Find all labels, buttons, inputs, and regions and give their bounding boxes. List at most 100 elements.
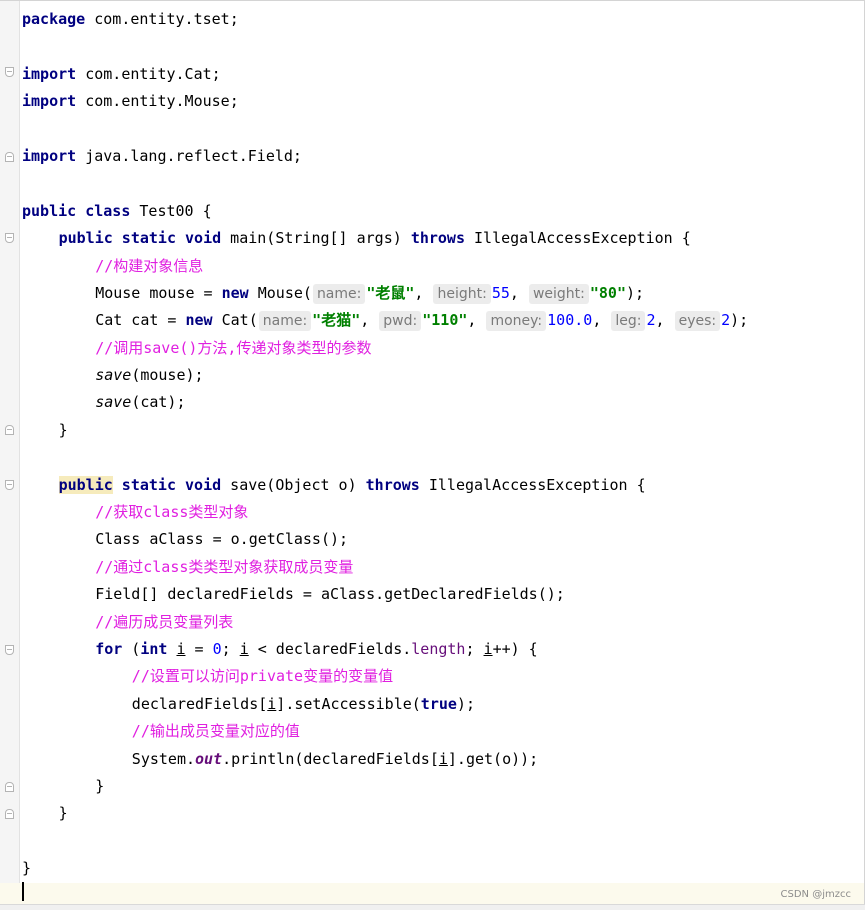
text-caret (22, 882, 24, 901)
code-line: import com.entity.Mouse; (22, 88, 864, 115)
parameter-hint: leg: (611, 311, 646, 332)
code-line: //获取class类型对象 (22, 499, 864, 526)
keyword: import (22, 146, 77, 165)
code-line: save(mouse); (22, 362, 864, 389)
code-text: ); (456, 694, 475, 713)
number-literal: 2 (721, 311, 731, 330)
code-comment: //通过class类类型对象获取成员变量 (95, 557, 354, 576)
fold-marker-icon[interactable] (5, 152, 14, 162)
code-text: Mouse mouse = (95, 283, 222, 302)
code-text: .println(declaredFields[ (222, 749, 439, 768)
code-text: IllegalAccessException { (419, 475, 646, 494)
code-line: //遍历成员变量列表 (22, 609, 864, 636)
code-text: ; (465, 639, 484, 658)
code-text: Class aClass = o.getClass(); (95, 530, 349, 549)
code-editor[interactable]: package com.entity.tset; import com.enti… (0, 0, 865, 910)
code-text: Cat( (212, 311, 258, 330)
code-line: //输出成员变量对应的值 (22, 718, 864, 745)
number-literal: 55 (491, 283, 510, 302)
loop-variable: i (483, 639, 493, 658)
keyword: throws (365, 475, 420, 494)
code-text: Cat cat = (95, 311, 186, 330)
code-text: Field[] declaredFields = aClass.getDecla… (95, 585, 565, 604)
code-text: (cat); (131, 393, 186, 412)
code-text: < declaredFields. (248, 639, 412, 658)
watermark: CSDN @jmzcc (780, 889, 851, 900)
fold-marker-icon[interactable] (5, 67, 14, 77)
fold-marker-icon[interactable] (5, 480, 14, 490)
string-literal: "110" (422, 311, 468, 330)
code-text: java.lang.reflect.Field; (76, 146, 302, 165)
code-text: } (22, 859, 32, 878)
keyword: public (58, 475, 113, 494)
code-line: //设置可以访问private变量的变量值 (22, 663, 864, 690)
number-literal: 0 (212, 639, 222, 658)
parameter-hint: money: (486, 311, 547, 332)
keyword: void (176, 475, 222, 494)
code-text: } (58, 420, 68, 439)
keyword: new (185, 311, 213, 330)
code-text: Mouse( (248, 283, 312, 302)
string-literal: "老鼠" (366, 283, 415, 302)
keyword: for (95, 639, 123, 658)
keyword: true (420, 694, 457, 713)
code-text: com.entity.tset; (85, 10, 239, 28)
parameter-hint: name: (312, 283, 366, 304)
keyword: public (58, 229, 113, 248)
horizontal-scrollbar[interactable] (0, 904, 865, 910)
code-text: ++) { (492, 639, 538, 658)
keyword: void (176, 229, 222, 248)
editor-gutter[interactable] (0, 1, 20, 904)
code-line: } (22, 800, 864, 827)
keyword: import (22, 92, 77, 111)
code-line: Class aClass = o.getClass(); (22, 526, 864, 553)
code-line: public class Test00 { (22, 198, 864, 225)
field-reference: out (195, 749, 223, 768)
code-line: } (22, 773, 864, 800)
code-text: = (185, 639, 213, 658)
fold-marker-icon[interactable] (5, 645, 14, 655)
parameter-hint: height: (433, 283, 491, 304)
code-line: Cat cat = new Cat(name: "老猫", pwd: "110", … (95, 311, 749, 332)
code-text: com.entity.Mouse; (76, 92, 239, 111)
method-call: save (95, 393, 132, 412)
code-line: System.out.println(declaredFields[i].get… (22, 746, 864, 773)
number-literal: 2 (646, 311, 656, 330)
parameter-hint: name: (258, 311, 312, 332)
code-text: ].setAccessible( (276, 694, 421, 713)
code-line: Field[] declaredFields = aClass.getDecla… (22, 581, 864, 608)
string-literal: "80" (589, 283, 626, 302)
number-literal: 100.0 (547, 311, 593, 330)
code-line: declaredFields[i].setAccessible(true); (22, 691, 864, 718)
code-text: main(String[] args) (221, 229, 411, 248)
code-area[interactable]: package com.entity.tset; import com.enti… (0, 6, 864, 910)
fold-marker-icon[interactable] (5, 233, 14, 243)
loop-variable: i (438, 749, 448, 768)
code-text: ; (221, 639, 240, 658)
code-line: Mouse mouse = new Mouse(name: "老鼠", heigh… (95, 283, 645, 304)
keyword: public (22, 201, 77, 220)
keyword: int (140, 639, 168, 658)
field-reference: length (411, 639, 466, 658)
fold-marker-icon[interactable] (5, 782, 14, 792)
keyword: throws (410, 229, 465, 248)
loop-variable: i (176, 639, 186, 658)
keyword: static (112, 475, 176, 494)
code-comment: //构建对象信息 (95, 256, 204, 275)
code-text: IllegalAccessException { (465, 229, 691, 248)
code-line: public static void main(String[] args) t… (22, 225, 864, 252)
code-text: save(Object o) (221, 475, 366, 494)
fold-marker-icon[interactable] (5, 425, 14, 435)
code-text: (mouse); (131, 366, 204, 385)
keyword: import (22, 64, 77, 83)
keyword: new (221, 283, 249, 302)
code-line: save(cat); (22, 389, 864, 416)
fold-marker-icon[interactable] (5, 809, 14, 819)
code-line: //调用save()方法,传递对象类型的参数 (22, 335, 864, 362)
code-text: } (58, 804, 68, 823)
parameter-hint: weight: (528, 283, 589, 304)
code-comment: //输出成员变量对应的值 (131, 722, 300, 741)
code-line: } (22, 417, 864, 444)
